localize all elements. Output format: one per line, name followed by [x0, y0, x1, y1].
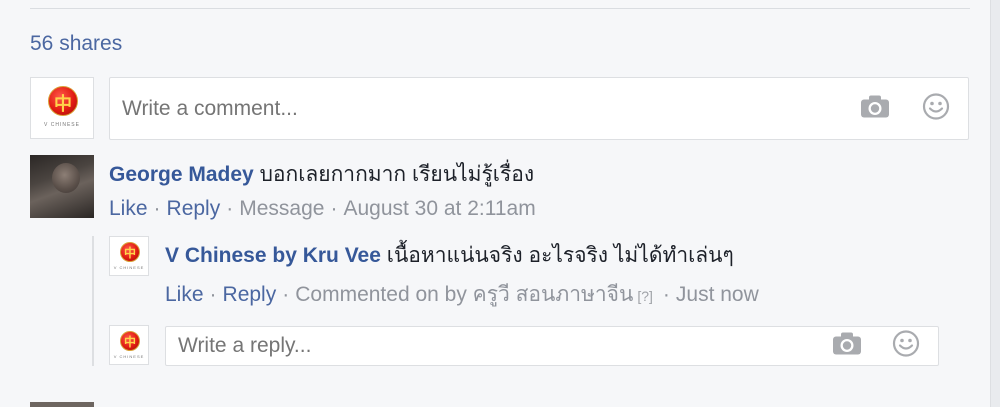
reply-text: เนื้อหาแน่นจริง อะไรจริง ไม่ได้ทำเล่นๆ	[386, 244, 734, 267]
comment-input[interactable]	[122, 96, 968, 121]
separator: ·	[209, 283, 217, 306]
comment-actions: Like · Reply · Message · August 30 at 2:11am	[109, 197, 536, 221]
camera-icon[interactable]	[832, 332, 862, 361]
emoji-icon[interactable]	[892, 330, 920, 363]
separator: ·	[282, 283, 290, 306]
emoji-icon[interactable]	[922, 92, 950, 125]
reply-reply-link[interactable]: Reply	[223, 283, 277, 306]
commented-on-by-text: Commented on by ครูวี สอนภาษาจีน	[295, 283, 634, 306]
reply-author-avatar[interactable]: 中 V CHINESE	[109, 236, 149, 276]
comment-line: George Madey บอกเลยกากมาก เรียนไม่รู้เรื…	[109, 158, 534, 191]
shares-count-link[interactable]: 56 shares	[30, 32, 122, 56]
reply-actions: Like · Reply · Commented on by ครูวี สอนภาษา…	[165, 278, 759, 311]
reply-timestamp[interactable]: Just now	[676, 283, 759, 306]
reply-link[interactable]: Reply	[167, 197, 221, 220]
reply-input[interactable]	[178, 334, 938, 358]
comment-author-link[interactable]: George Madey	[109, 163, 254, 186]
current-user-avatar[interactable]: 中 V CHINESE	[30, 77, 94, 139]
separator: ·	[153, 197, 161, 220]
like-link[interactable]: Like	[109, 197, 148, 220]
message-link[interactable]: Message	[239, 197, 324, 220]
comment-text: บอกเลยกากมาก เรียนไม่รู้เรื่อง	[259, 163, 535, 186]
separator: ·	[226, 197, 234, 220]
comment-input-box[interactable]	[109, 77, 969, 140]
separator: ·	[330, 197, 338, 220]
reply-thread-line	[92, 236, 94, 366]
section-divider	[30, 8, 970, 9]
reply-like-link[interactable]: Like	[165, 283, 204, 306]
unknown-glyph-icon: [?]	[637, 288, 653, 304]
next-commenter-avatar-partial[interactable]	[30, 402, 94, 407]
camera-icon[interactable]	[860, 94, 890, 123]
reply-author-link[interactable]: V Chinese by Kru Vee	[165, 244, 381, 267]
page-right-edge	[990, 0, 1000, 407]
reply-input-box[interactable]	[165, 326, 939, 366]
separator: ·	[662, 283, 670, 306]
commenter-avatar[interactable]	[30, 155, 94, 218]
comment-timestamp[interactable]: August 30 at 2:11am	[343, 197, 535, 220]
reply-line: V Chinese by Kru Vee เนื้อหาแน่นจริง อะไ…	[165, 239, 734, 272]
reply-composer-avatar[interactable]: 中 V CHINESE	[109, 325, 149, 365]
